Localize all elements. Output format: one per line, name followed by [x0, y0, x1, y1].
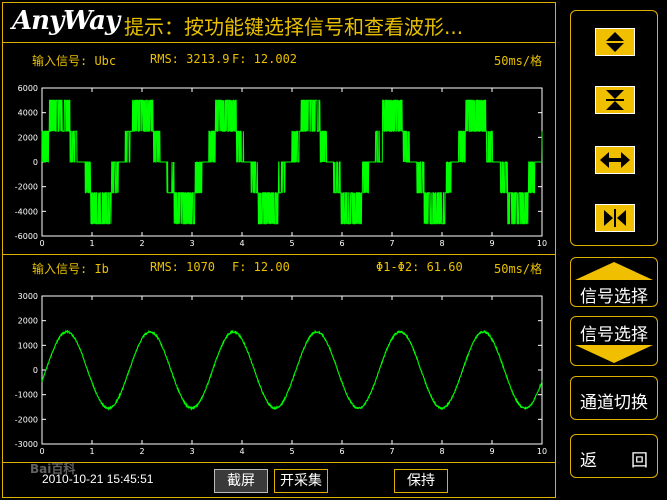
x-tick-label: 3 [189, 239, 194, 248]
ch2-phase: Φ1-Φ2: 61.60 [376, 260, 463, 274]
ch1-waveform-chart: 6000400020000-2000-4000-60000 1 2 3 4 5 6 7 8 9 10 [15, 84, 547, 248]
screenshot-button[interactable]: 截屏 [214, 469, 268, 493]
horizontal-shrink-button[interactable] [595, 204, 635, 232]
datetime-readout: 2010-10-21 15:45:51 [42, 472, 154, 486]
ch1-freq: F: 12.002 [232, 52, 298, 66]
back-button[interactable]: 返 回 [570, 434, 658, 478]
x-tick-label: 6 [339, 239, 344, 248]
x-tick-label: 3 [189, 447, 194, 456]
x-tick-label: 5 [289, 447, 294, 456]
x-tick-label: 1 [89, 239, 94, 248]
x-tick-label: 7 [389, 447, 394, 456]
ch2-waveform-chart: 3000200010000-1000-2000-30000 1 2 3 4 5 6 7 8 9 10 [15, 292, 547, 456]
x-tick-label: 9 [489, 239, 494, 248]
y-tick-label: 0 [33, 158, 38, 167]
ch2-rms: RMS: 1070 [150, 260, 216, 274]
vertical-shrink-button[interactable] [595, 86, 635, 114]
x-tick-label: 0 [39, 239, 44, 248]
prompt-text: 提示：按功能键选择信号和查看波形... [124, 15, 464, 39]
x-tick-label: 4 [239, 239, 244, 248]
x-tick-label: 8 [439, 447, 444, 456]
y-tick-label: 1000 [18, 341, 38, 350]
analyzer-screen: AnyWay 提示：按功能键选择信号和查看波形... 输入信号: Ubc RMS… [0, 0, 667, 500]
y-tick-label: 2000 [18, 133, 38, 142]
channel-divider [2, 254, 556, 255]
brand-text: AnyWay [12, 6, 120, 36]
y-tick-label: -6000 [15, 232, 38, 241]
vertical-expand-button[interactable] [595, 28, 635, 56]
signal-select-down-label: 信号选择 [580, 325, 648, 345]
plot-area [41, 295, 543, 445]
vertical-shrink-icon [606, 90, 624, 110]
x-tick-label: 5 [289, 239, 294, 248]
y-tick-label: -2000 [15, 183, 38, 192]
y-tick-label: 4000 [18, 109, 38, 118]
x-tick-label: 9 [489, 447, 494, 456]
x-tick-label: 10 [537, 447, 547, 456]
horizontal-expand-icon [600, 152, 630, 168]
channel-switch-label: 通道切换 [580, 393, 648, 413]
y-tick-label: -3000 [15, 440, 38, 449]
x-tick-label: 4 [239, 447, 244, 456]
horizontal-expand-button[interactable] [595, 146, 635, 174]
channel-switch-button[interactable]: 通道切换 [570, 376, 658, 420]
x-tick-label: 10 [537, 239, 547, 248]
x-tick-label: 0 [39, 447, 44, 456]
back-label: 返 回 [580, 451, 648, 471]
horizontal-shrink-icon [604, 209, 626, 227]
x-tick-label: 8 [439, 239, 444, 248]
x-tick-label: 6 [339, 447, 344, 456]
triangle-down-icon [575, 345, 653, 363]
x-tick-label: 2 [139, 447, 144, 456]
ch1-rms: RMS: 3213.9 [150, 52, 230, 66]
scale-button-group [570, 10, 658, 246]
x-tick-label: 7 [389, 239, 394, 248]
y-tick-label: 0 [33, 366, 38, 375]
y-tick-label: -2000 [15, 415, 38, 424]
hold-button[interactable]: 保持 [394, 469, 448, 493]
signal-select-up-button[interactable]: 信号选择 [570, 257, 658, 307]
y-tick-label: 3000 [18, 292, 38, 301]
y-tick-label: -4000 [15, 207, 38, 216]
footer-divider [2, 462, 556, 463]
x-tick-label: 1 [89, 447, 94, 456]
y-tick-label: -1000 [15, 391, 38, 400]
brand-logo: AnyWay [12, 6, 120, 36]
signal-select-up-label: 信号选择 [580, 287, 648, 307]
start-sampling-button[interactable]: 开采集 [274, 469, 328, 493]
ch2-freq: F: 12.00 [232, 260, 290, 274]
y-tick-label: 2000 [18, 317, 38, 326]
x-tick-label: 2 [139, 239, 144, 248]
vertical-expand-icon [606, 32, 624, 52]
signal-select-down-button[interactable]: 信号选择 [570, 316, 658, 366]
y-tick-label: 6000 [18, 84, 38, 93]
header-divider [2, 42, 556, 43]
triangle-up-icon [575, 262, 653, 280]
